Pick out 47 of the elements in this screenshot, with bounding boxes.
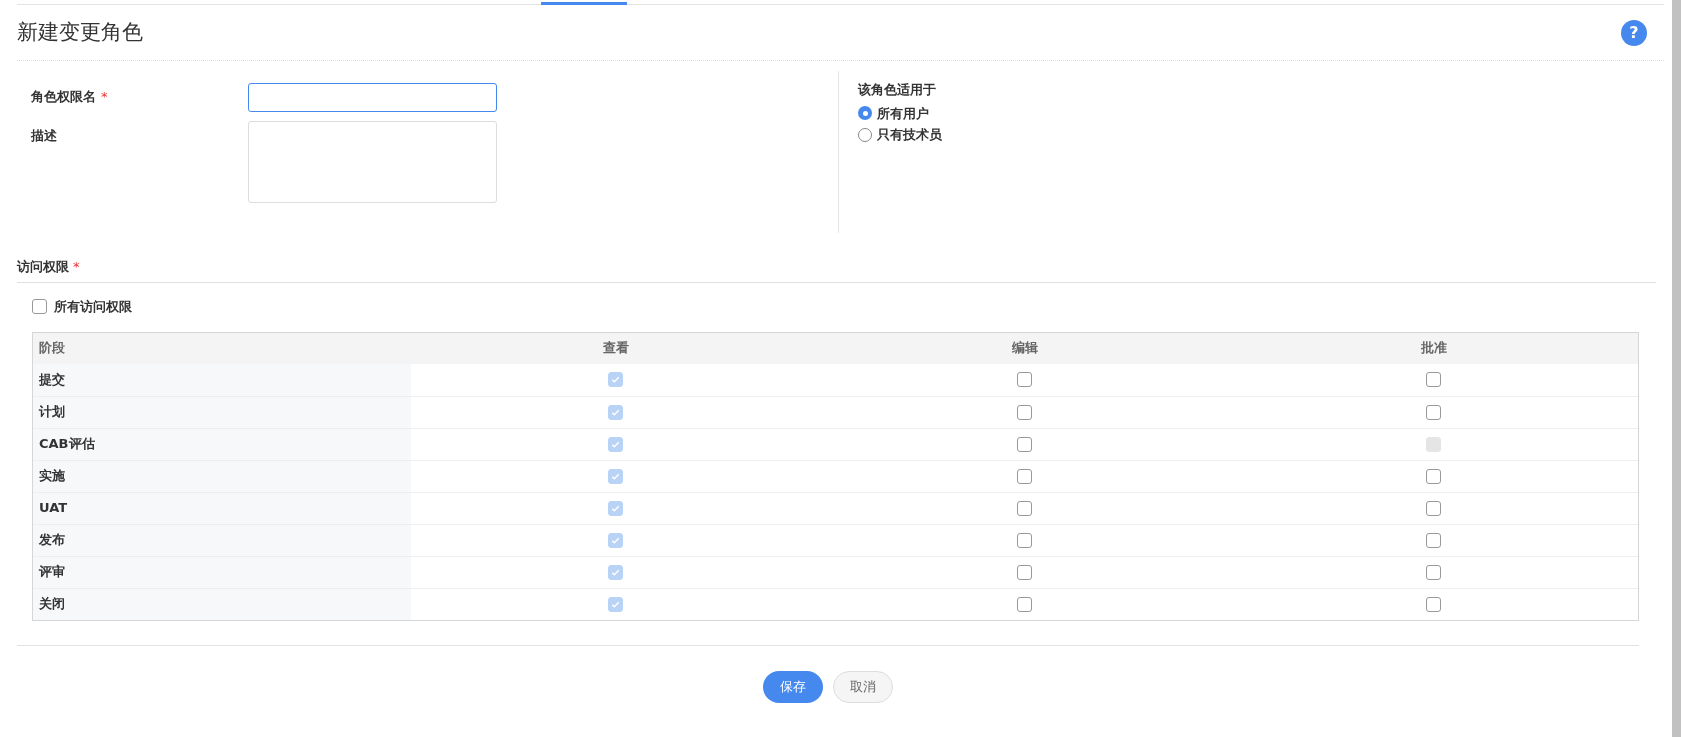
checkbox[interactable] bbox=[32, 299, 47, 315]
checkbox[interactable] bbox=[1426, 564, 1441, 580]
check-icon bbox=[610, 374, 621, 385]
required-mark: * bbox=[73, 257, 80, 276]
section-label: 该角色适用于 bbox=[858, 81, 937, 99]
stage-name: UAT bbox=[39, 499, 68, 518]
stage-name: CAB评估 bbox=[39, 435, 95, 454]
checkbox[interactable] bbox=[1017, 596, 1032, 612]
stage-name: 评审 bbox=[39, 563, 65, 582]
checkbox[interactable] bbox=[1017, 404, 1032, 420]
radio-button[interactable] bbox=[858, 127, 872, 142]
checkbox[interactable] bbox=[1017, 532, 1032, 548]
column-header: 批准 bbox=[1420, 339, 1447, 358]
scrollbar[interactable] bbox=[1672, 0, 1681, 737]
checkbox[interactable] bbox=[1017, 564, 1032, 580]
field-label: 角色权限名 bbox=[31, 88, 96, 106]
cancel-button[interactable]: 取消 bbox=[833, 670, 893, 703]
stage-name: 计划 bbox=[39, 403, 65, 422]
required-mark: * bbox=[101, 88, 108, 106]
checkbox-label: 所有访问权限 bbox=[54, 298, 132, 316]
stage-name: 关闭 bbox=[39, 595, 65, 614]
checkbox[interactable] bbox=[1426, 596, 1441, 612]
stage-name: 实施 bbox=[39, 467, 65, 486]
column-header: 编辑 bbox=[1011, 339, 1038, 358]
field-label: 描述 bbox=[31, 128, 57, 143]
page-title: 新建变更角色 bbox=[17, 18, 143, 46]
section-label: 访问权限 bbox=[17, 257, 69, 276]
help-icon[interactable]: ? bbox=[1621, 19, 1647, 46]
column-header: 查看 bbox=[602, 339, 629, 358]
radio-button[interactable] bbox=[858, 106, 872, 121]
checkbox[interactable] bbox=[1426, 500, 1441, 516]
checkbox[interactable] bbox=[1017, 500, 1032, 516]
input-field[interactable] bbox=[248, 83, 497, 112]
checkbox[interactable] bbox=[1017, 468, 1032, 484]
stage-name: 提交 bbox=[39, 370, 65, 389]
description-field[interactable] bbox=[248, 121, 497, 203]
radio-label: 所有用户 bbox=[877, 104, 929, 123]
checkbox[interactable] bbox=[1426, 372, 1441, 387]
checkbox[interactable] bbox=[1017, 436, 1032, 452]
radio-label: 只有技术员 bbox=[877, 126, 942, 144]
checkbox[interactable] bbox=[1017, 372, 1032, 387]
checkbox[interactable] bbox=[1426, 404, 1441, 420]
checkbox[interactable] bbox=[1426, 532, 1441, 548]
column-header: 阶段 bbox=[39, 340, 65, 356]
checkbox[interactable] bbox=[1426, 468, 1441, 484]
stage-name: 发布 bbox=[39, 531, 65, 550]
save-button[interactable]: 保存 bbox=[763, 670, 823, 703]
